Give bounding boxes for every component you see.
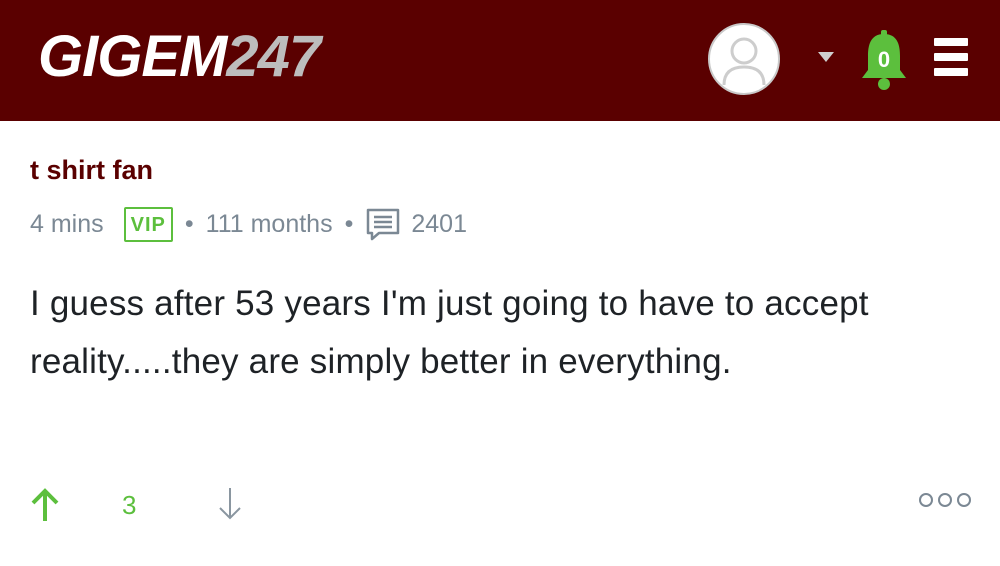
separator-dot: •: [184, 209, 194, 238]
more-options-icon[interactable]: [916, 490, 974, 510]
notification-count: 0: [878, 47, 890, 72]
logo-text: GIGEM: [38, 24, 227, 89]
hamburger-menu-icon[interactable]: [934, 38, 968, 76]
vip-badge: VIP: [123, 206, 173, 242]
separator-dot: •: [344, 209, 354, 238]
post-time: 4 mins: [30, 209, 104, 238]
post-author[interactable]: t shirt fan: [30, 155, 153, 186]
logo-number: 247: [226, 24, 321, 89]
post-body: I guess after 53 years I'm just going to…: [30, 284, 869, 381]
user-avatar-icon[interactable]: [708, 23, 780, 95]
site-logo[interactable]: GIGEM247: [38, 22, 321, 92]
message-icon: [365, 207, 401, 241]
vote-count: 3: [122, 490, 137, 520]
member-tenure: 111 months: [205, 209, 333, 238]
top-header: GIGEM247 0: [0, 0, 1000, 121]
chevron-down-icon[interactable]: [818, 52, 834, 62]
arrow-up-icon[interactable]: [30, 487, 60, 523]
arrow-down-icon[interactable]: [216, 486, 244, 522]
reply-count: 2401: [411, 209, 467, 238]
post-meta: 4 mins VIP • 111 months • 2401: [30, 203, 467, 245]
bell-icon[interactable]: 0: [860, 28, 908, 94]
